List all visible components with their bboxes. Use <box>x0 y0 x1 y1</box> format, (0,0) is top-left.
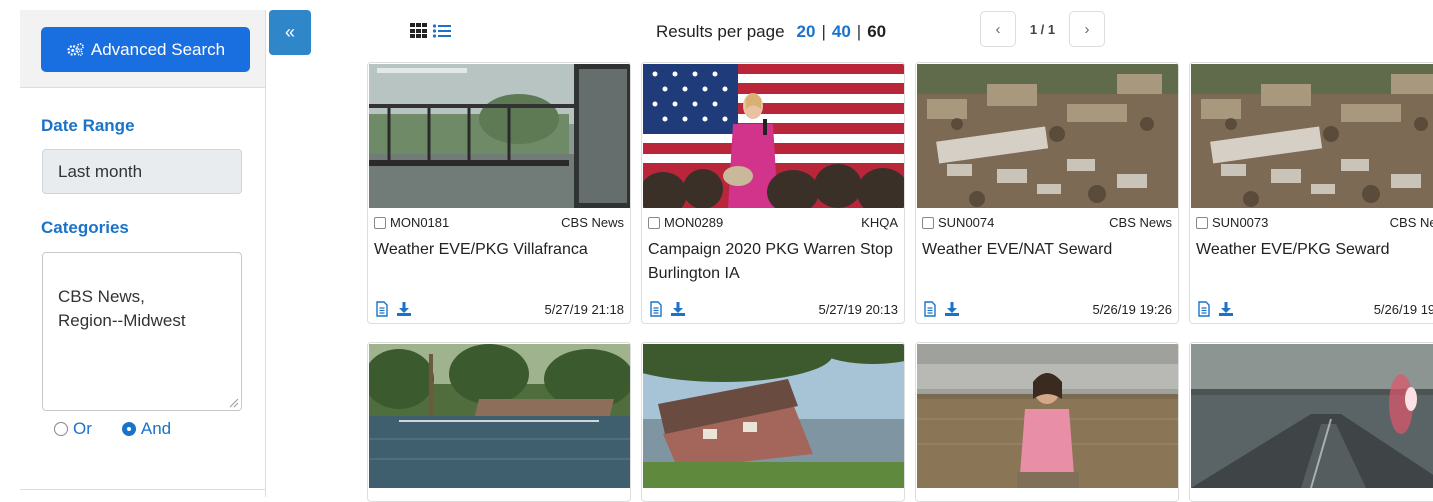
card-thumbnail[interactable] <box>643 344 905 488</box>
result-card[interactable] <box>1189 342 1433 502</box>
advanced-search-label: Advanced Search <box>90 39 226 59</box>
result-card[interactable]: MON0289 KHQA Campaign 2020 PKG Warren St… <box>641 62 905 324</box>
card-meta: SUN0074 CBS News <box>922 215 1172 230</box>
double-chevron-left-icon: « <box>284 22 295 42</box>
per-page-20[interactable]: 20 <box>797 22 816 42</box>
collapse-sidebar-button[interactable]: « <box>269 10 311 55</box>
sidebar-divider <box>20 489 266 490</box>
card-id-text: SUN0074 <box>938 215 995 230</box>
download-icon[interactable] <box>944 301 960 317</box>
card-id-text: MON0289 <box>664 215 724 230</box>
select-checkbox[interactable] <box>922 216 934 229</box>
result-card[interactable]: SUN0073 CBS New Weather EVE/PKG Seward <box>1189 62 1433 324</box>
card-source: CBS New <box>1389 215 1433 230</box>
card-date: 5/27/19 20:13 <box>818 301 898 317</box>
date-range-label: Date Range <box>41 116 135 135</box>
card-date: 5/27/19 21:18 <box>544 301 624 317</box>
card-meta: MON0289 KHQA <box>648 215 898 230</box>
pagination: ‹ 1 / 1 › <box>980 11 1105 47</box>
card-footer: 5/27/19 20:13 <box>648 301 898 317</box>
advanced-search-button[interactable]: Advanced Search <box>41 27 250 72</box>
results-per-page-label: Results per page <box>656 22 785 41</box>
logic-radio-group: Or And <box>54 419 171 439</box>
chevron-left-icon: ‹ <box>995 20 1001 38</box>
card-thumbnail[interactable] <box>917 344 1179 488</box>
document-icon[interactable] <box>1196 301 1212 317</box>
result-card[interactable]: SUN0074 CBS News Weather EVE/NAT Seward <box>915 62 1179 324</box>
card-meta: SUN0073 CBS New <box>1196 215 1433 230</box>
card-meta: MON0181 CBS News <box>374 215 624 230</box>
card-title[interactable]: Campaign 2020 PKG Warren Stop Burlington… <box>648 238 898 286</box>
separator: | <box>821 22 826 41</box>
result-card[interactable] <box>915 342 1179 502</box>
categories-label: Categories <box>41 218 129 237</box>
logic-and-radio[interactable]: And <box>121 419 172 439</box>
card-footer: 5/27/19 21:18 <box>374 301 624 317</box>
card-thumbnail[interactable] <box>1191 344 1433 488</box>
radio-unchecked-icon <box>54 422 68 436</box>
result-card[interactable] <box>641 342 905 502</box>
logic-and-label: And <box>140 419 172 438</box>
select-checkbox[interactable] <box>374 216 386 229</box>
card-id: SUN0073 <box>1196 215 1268 230</box>
card-id: MON0289 <box>648 215 723 230</box>
view-toggle <box>410 23 452 39</box>
card-title[interactable]: Weather EVE/PKG Seward <box>1196 238 1433 262</box>
card-thumbnail[interactable] <box>369 64 631 208</box>
document-icon[interactable] <box>374 301 390 317</box>
card-footer: 5/26/19 19:26 <box>922 301 1172 317</box>
card-title[interactable]: Weather EVE/NAT Seward <box>922 238 1172 262</box>
select-checkbox[interactable] <box>1196 216 1208 229</box>
card-thumbnail[interactable] <box>643 64 905 208</box>
radio-checked-icon <box>121 422 136 436</box>
card-id-text: MON0181 <box>390 215 450 230</box>
download-icon[interactable] <box>396 301 412 317</box>
card-footer: 5/26/19 19:2 <box>1196 301 1433 317</box>
grid-view-icon[interactable] <box>410 23 428 39</box>
prev-page-button[interactable]: ‹ <box>980 11 1016 47</box>
card-source: KHQA <box>861 215 898 230</box>
per-page-60[interactable]: 60 <box>867 22 886 42</box>
card-thumbnail[interactable] <box>917 64 1179 208</box>
card-source: CBS News <box>561 215 624 230</box>
card-thumbnail[interactable] <box>369 344 631 488</box>
separator: | <box>856 22 862 41</box>
card-title[interactable]: Weather EVE/PKG Villafranca <box>374 238 624 262</box>
document-icon[interactable] <box>922 301 938 317</box>
per-page-40[interactable]: 40 <box>832 22 851 42</box>
chevron-right-icon: › <box>1084 20 1090 38</box>
card-date: 5/26/19 19:2 <box>1373 301 1433 317</box>
select-checkbox[interactable] <box>648 216 660 229</box>
categories-value: CBS News, Region--Midwest <box>58 287 186 330</box>
result-card[interactable]: MON0181 CBS News Weather EVE/PKG Villafr… <box>367 62 631 324</box>
card-id-text: SUN0073 <box>1212 215 1269 230</box>
resize-grip-icon[interactable] <box>227 396 239 408</box>
card-id: MON0181 <box>374 215 449 230</box>
card-date: 5/26/19 19:26 <box>1092 301 1172 317</box>
results-per-page: Results per page 20 | 40 | 60 <box>656 22 886 42</box>
gears-icon <box>67 43 84 57</box>
list-view-icon[interactable] <box>432 23 452 39</box>
page-indicator: 1 / 1 <box>1029 21 1056 37</box>
date-range-select[interactable]: Last month <box>42 149 242 194</box>
download-icon[interactable] <box>1218 301 1234 317</box>
card-id: SUN0074 <box>922 215 994 230</box>
document-icon[interactable] <box>648 301 664 317</box>
categories-textarea[interactable]: CBS News, Region--Midwest <box>42 252 242 411</box>
logic-or-label: Or <box>73 419 92 438</box>
sidebar-header: Advanced Search <box>20 10 265 88</box>
download-icon[interactable] <box>670 301 686 317</box>
next-page-button[interactable]: › <box>1069 11 1105 47</box>
sidebar: Advanced Search Date Range Last month Ca… <box>20 10 266 497</box>
result-card[interactable] <box>367 342 631 502</box>
card-thumbnail[interactable] <box>1191 64 1433 208</box>
card-source: CBS News <box>1109 215 1172 230</box>
logic-or-radio[interactable]: Or <box>54 419 92 439</box>
